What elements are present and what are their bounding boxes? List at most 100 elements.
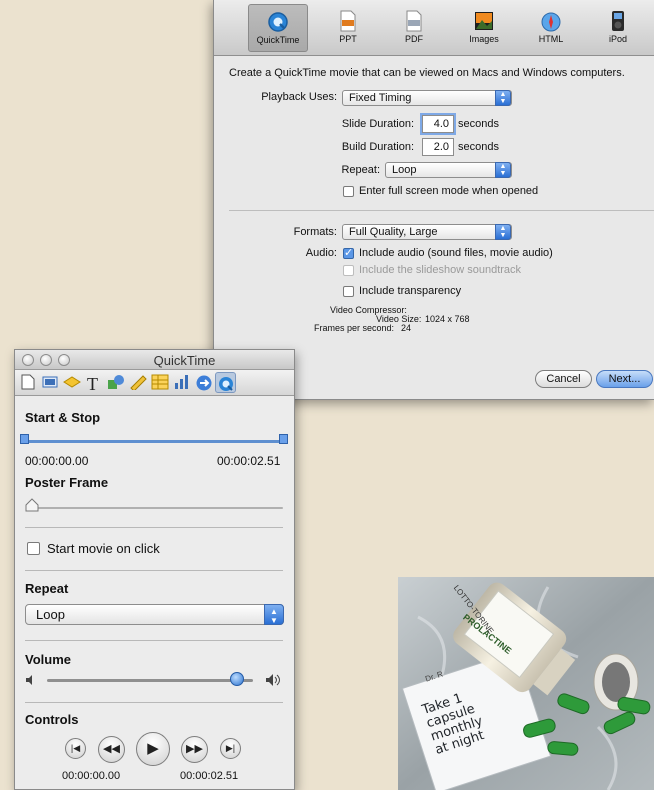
divider	[25, 527, 283, 528]
quicktime-icon	[268, 12, 288, 32]
quicktime-icon	[218, 377, 233, 391]
tab-table[interactable]	[149, 372, 170, 393]
tab-text[interactable]: T	[83, 372, 104, 393]
start-handle[interactable]	[20, 434, 29, 444]
tab-hyperlink[interactable]	[193, 372, 214, 393]
repeat-heading: Repeat	[25, 581, 69, 596]
tab-quicktime[interactable]: QuickTime	[248, 4, 308, 52]
svg-text:T: T	[87, 374, 98, 392]
inspector-title: QuickTime	[153, 353, 216, 368]
skip-to-end-button[interactable]: ▶|	[220, 738, 241, 759]
safari-compass-icon	[541, 12, 561, 32]
volume-high-icon	[266, 674, 280, 686]
fast-forward-icon: ▶▶	[186, 743, 203, 755]
pill-bottle-illustration	[398, 577, 654, 790]
playback-popup[interactable]: Fixed Timing ▲ ▼	[342, 90, 512, 106]
skip-forward-icon: ▶|	[225, 743, 236, 753]
metrics-icon	[129, 375, 147, 390]
inspector-titlebar[interactable]: QuickTime	[15, 350, 294, 370]
volume-low-icon	[26, 675, 32, 685]
fullscreen-checkbox[interactable]	[343, 186, 354, 197]
end-time: 00:00:02.51	[217, 454, 281, 468]
export-description: Create a QuickTime movie that can be vie…	[229, 67, 625, 79]
popup-arrows-icon: ▲ ▼	[264, 604, 284, 625]
export-toolbar: QuickTime PPT PDF Images HTML iPod	[214, 0, 654, 56]
controls-end-time: 00:00:02.51	[180, 770, 239, 782]
tab-pdf[interactable]: PDF	[384, 4, 444, 52]
include-soundtrack-checkbox[interactable]	[343, 265, 354, 276]
tab-transition[interactable]	[61, 372, 82, 393]
slide-duration-label: Slide Duration:	[341, 118, 414, 130]
play-icon: ▶	[147, 740, 159, 757]
popup-arrows-icon: ▲ ▼	[495, 162, 511, 178]
fullscreen-label: Enter full screen mode when opened	[359, 185, 539, 197]
tab-images-label: Images	[469, 34, 499, 44]
volume-track[interactable]	[47, 679, 253, 682]
tab-metrics[interactable]	[127, 372, 148, 393]
pdf-file-icon	[406, 10, 422, 32]
include-transparency-label: Include transparency	[359, 285, 462, 297]
build-duration-label: Build Duration:	[341, 141, 414, 153]
slide-icon	[42, 376, 57, 388]
volume-heading: Volume	[25, 652, 71, 667]
tab-ppt-label: PPT	[339, 34, 357, 44]
poster-frame-track[interactable]	[31, 507, 283, 509]
video-size-value: 1024 x 768	[425, 314, 470, 324]
popup-arrows-icon: ▲ ▼	[495, 90, 511, 106]
fps-label: Frames per second:	[314, 323, 395, 333]
repeat-popup[interactable]: Loop ▲ ▼	[25, 604, 284, 625]
skip-back-icon: |◀	[70, 743, 81, 753]
fast-forward-button[interactable]: ▶▶	[181, 736, 208, 763]
popup-arrows-icon: ▲ ▼	[495, 224, 511, 240]
ipod-icon	[612, 11, 624, 31]
graphic-icon	[107, 375, 124, 389]
tab-ipod-label: iPod	[608, 34, 627, 44]
start-stop-range-track[interactable]	[25, 440, 285, 443]
include-soundtrack-label: Include the slideshow soundtrack	[359, 264, 522, 276]
formats-label: Formats:	[293, 226, 337, 238]
play-button[interactable]: ▶	[136, 732, 170, 766]
quicktime-inspector: QuickTime T Start & Stop 00:00:00.00 00:…	[14, 349, 295, 790]
tab-quicktime-inspector[interactable]	[215, 372, 236, 393]
include-audio-checkbox[interactable]	[343, 246, 354, 259]
start-on-click-checkbox[interactable]	[27, 542, 40, 555]
divider	[25, 570, 283, 571]
tab-pdf-label: PDF	[405, 34, 423, 44]
start-on-click-label: Start movie on click	[47, 541, 160, 556]
formats-popup[interactable]: Full Quality, Large ▲ ▼	[342, 224, 512, 240]
divider	[25, 702, 283, 703]
document-icon	[21, 374, 34, 390]
repeat-popup[interactable]: Loop ▲ ▼	[385, 162, 512, 178]
transition-icon	[62, 376, 81, 388]
cancel-button[interactable]: Cancel	[535, 370, 592, 388]
include-audio-label: Include audio (sound files, movie audio)	[359, 247, 553, 259]
hyperlink-icon	[196, 375, 211, 391]
slide-duration-field[interactable]: 4.0	[422, 115, 454, 133]
end-handle[interactable]	[279, 434, 288, 444]
tab-html[interactable]: HTML	[521, 4, 581, 52]
controls-start-time: 00:00:00.00	[62, 770, 121, 782]
tab-quicktime-label: QuickTime	[256, 35, 300, 45]
volume-slider-thumb[interactable]	[229, 672, 244, 686]
inspector-tabs: T	[15, 370, 294, 396]
build-duration-field[interactable]: 2.0	[422, 138, 454, 156]
include-transparency-checkbox[interactable]	[343, 286, 354, 297]
tab-images[interactable]: Images	[454, 4, 514, 52]
table-icon	[151, 374, 168, 390]
formats-value: Full Quality, Large	[349, 226, 438, 238]
divider	[25, 640, 283, 641]
tab-html-label: HTML	[538, 34, 564, 44]
tab-ipod[interactable]: iPod	[588, 4, 648, 52]
tab-document[interactable]	[17, 372, 38, 393]
playback-value: Fixed Timing	[349, 92, 412, 104]
tab-chart[interactable]	[171, 372, 192, 393]
tab-graphic[interactable]	[105, 372, 126, 393]
next-button[interactable]: Next...	[596, 370, 653, 388]
tab-slide[interactable]	[39, 372, 60, 393]
tab-ppt[interactable]: PPT	[318, 4, 378, 52]
rewind-button[interactable]: ◀◀	[98, 736, 125, 763]
audio-label: Audio:	[305, 247, 337, 259]
skip-to-start-button[interactable]: |◀	[65, 738, 86, 759]
slide-duration-unit: seconds	[458, 118, 499, 130]
poster-frame-thumb[interactable]	[25, 498, 39, 512]
